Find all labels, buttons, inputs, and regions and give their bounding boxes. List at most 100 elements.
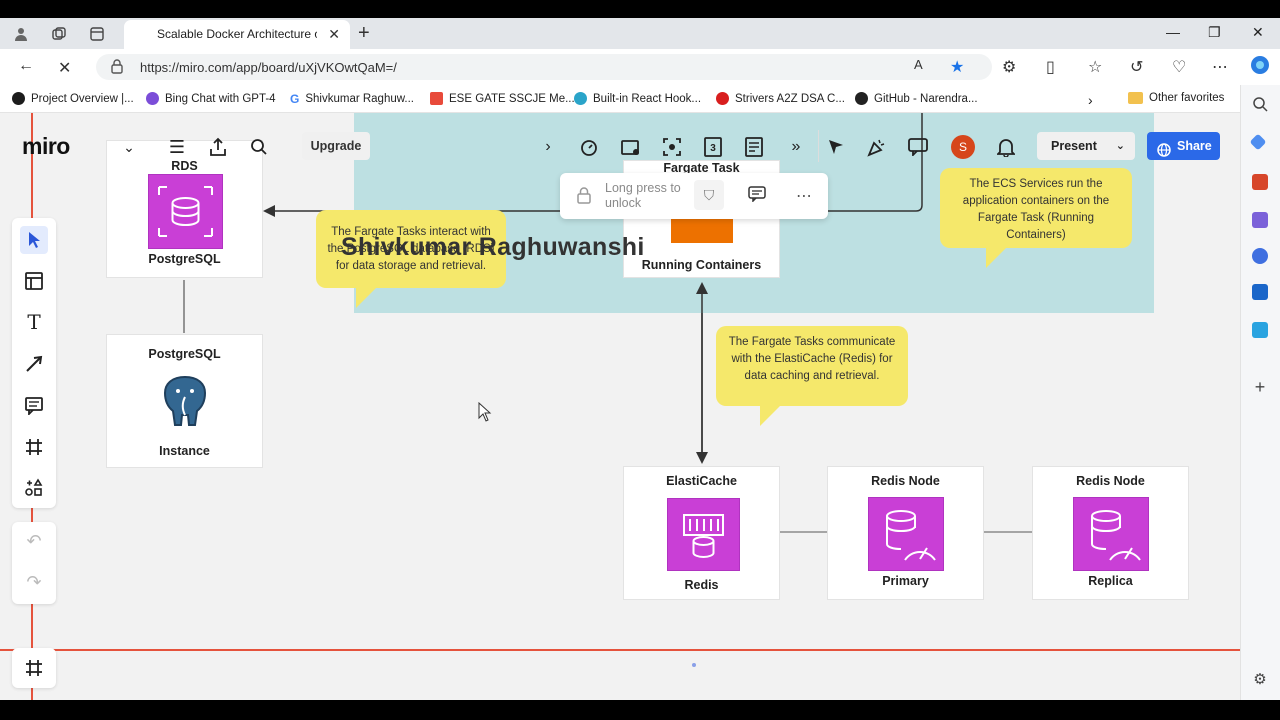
favorite-item[interactable]: G Shivkumar Raghuw... — [290, 92, 414, 106]
search-icon[interactable] — [1252, 96, 1268, 112]
close-window-icon[interactable]: ✕ — [1252, 24, 1264, 41]
github-icon — [855, 92, 868, 105]
favorite-item[interactable]: Bing Chat with GPT-4 — [146, 92, 276, 105]
letterbox-top — [0, 0, 1280, 18]
drop-icon[interactable] — [1252, 322, 1268, 338]
favorite-star-icon[interactable]: ★ — [950, 57, 964, 77]
other-favorites[interactable]: Other favorites — [1128, 92, 1224, 104]
favorite-item[interactable]: Built-in React Hook... — [574, 92, 701, 105]
screen: Scalable Docker Architecture on ✕ + — ❐ … — [0, 0, 1280, 720]
split-screen-icon[interactable]: ▯ — [1046, 57, 1055, 77]
present-button[interactable]: Present ⌄ — [1037, 132, 1135, 160]
double-chevron-down-icon[interactable]: » — [785, 137, 807, 157]
share-label: Share — [1177, 139, 1212, 153]
copilot-icon[interactable] — [1250, 55, 1270, 80]
present-label: Present — [1051, 139, 1097, 153]
favorites-icon[interactable]: ☆ — [1088, 57, 1102, 77]
author-name-text[interactable]: Shivkumar Raghuwanshi — [341, 233, 645, 262]
elasticache-icon — [667, 498, 740, 571]
main-menu-icon[interactable]: ☰ — [166, 137, 188, 157]
upgrade-button[interactable]: Upgrade — [302, 132, 370, 160]
redis-replica-card[interactable]: Redis Node Replica — [1032, 466, 1189, 600]
other-favorites-label: Other favorites — [1149, 92, 1225, 104]
connection-line-icon[interactable] — [20, 350, 48, 378]
tools-icon[interactable] — [1252, 174, 1268, 190]
sticky-note-ecs[interactable]: The ECS Services run the application con… — [940, 168, 1132, 248]
counter-icon[interactable]: 3 — [702, 137, 724, 157]
new-tab-icon[interactable]: + — [358, 22, 370, 45]
templates-icon[interactable] — [20, 267, 48, 295]
favorite-icon — [716, 92, 729, 105]
celebrate-icon[interactable] — [866, 137, 888, 157]
sticky-tail — [760, 404, 782, 426]
url-text[interactable]: https://miro.com/app/board/uXjVKOwtQaM=/ — [140, 60, 397, 75]
text-tool-icon[interactable]: T — [20, 308, 48, 336]
notes-icon[interactable] — [743, 137, 765, 157]
close-icon[interactable]: ✕ — [328, 26, 340, 43]
rds-card[interactable]: RDS PostgreSQL — [106, 140, 263, 278]
tab-active[interactable]: Scalable Docker Architecture on ✕ — [124, 20, 350, 49]
bell-icon[interactable] — [995, 137, 1017, 157]
chevron-down-icon: ⌄ — [1115, 140, 1125, 152]
back-icon[interactable]: ← — [18, 57, 34, 75]
comments-icon[interactable] — [907, 137, 929, 157]
favorite-icon — [430, 92, 443, 105]
extensions-icon[interactable]: ⚙ — [1002, 57, 1016, 77]
microsoft365-icon[interactable] — [1252, 248, 1268, 264]
avatar[interactable]: S — [951, 135, 975, 159]
favorite-item[interactable]: ESE GATE SSCJE Me... — [430, 92, 575, 105]
frames-icon[interactable] — [20, 654, 48, 682]
workspaces-icon[interactable] — [50, 25, 68, 43]
collapse-chevron-icon[interactable]: › — [537, 137, 559, 157]
focus-icon[interactable] — [661, 137, 683, 157]
elasticache-card[interactable]: ElastiCache Redis — [623, 466, 780, 600]
minimize-icon[interactable]: — — [1166, 24, 1180, 40]
search-icon[interactable] — [248, 137, 270, 157]
select-tool-icon[interactable] — [20, 226, 48, 254]
favorite-item[interactable]: GitHub - Narendra... — [855, 92, 978, 105]
react-icon — [574, 92, 587, 105]
miro-logo[interactable]: miro — [22, 133, 70, 160]
comment-icon[interactable] — [748, 186, 766, 207]
cursor-pointer-icon[interactable] — [825, 137, 847, 157]
games-icon[interactable] — [1252, 212, 1268, 228]
chevron-down-icon[interactable]: ⌄ — [118, 137, 140, 157]
more-options-icon[interactable]: ⋯ — [796, 186, 812, 206]
redis-primary-card[interactable]: Redis Node Primary — [827, 466, 984, 600]
lock-icon[interactable] — [110, 58, 124, 77]
tab-actions-icon[interactable] — [88, 25, 106, 43]
add-icon[interactable]: + — [1252, 378, 1268, 396]
outlook-icon[interactable] — [1252, 284, 1268, 300]
redis-node-icon — [1073, 497, 1149, 571]
settings-icon[interactable]: ⚙ — [1252, 672, 1268, 688]
postgres-card[interactable]: PostgreSQL Instance — [106, 334, 263, 468]
browser-essentials-icon[interactable]: ♡ — [1172, 57, 1186, 77]
sticky-tail — [986, 246, 1008, 268]
favorite-item[interactable]: Project Overview |... — [12, 92, 134, 105]
frame-tool-icon[interactable] — [20, 433, 48, 461]
favorite-icon — [12, 92, 25, 105]
stop-loading-icon[interactable]: ✕ — [58, 58, 71, 78]
favorite-label: Bing Chat with GPT-4 — [165, 92, 276, 105]
globe-icon — [1157, 139, 1171, 167]
favorite-item[interactable]: Strivers A2Z DSA C... — [716, 92, 845, 105]
timer-icon[interactable] — [578, 137, 600, 157]
chevron-right-icon[interactable]: › — [1088, 92, 1093, 108]
reactions-icon[interactable] — [620, 137, 642, 157]
undo-icon[interactable]: ↶ — [20, 527, 48, 555]
read-aloud-icon[interactable]: A — [914, 57, 923, 72]
card-caption: Primary — [882, 574, 929, 588]
restore-icon[interactable]: ❐ — [1208, 24, 1221, 41]
sticky-note-cache[interactable]: The Fargate Tasks communicate with the E… — [716, 326, 908, 406]
more-apps-icon[interactable] — [20, 474, 48, 502]
more-menu-icon[interactable]: ⋯ — [1212, 57, 1228, 77]
share-button[interactable]: Share — [1147, 132, 1220, 160]
export-icon[interactable] — [207, 137, 229, 157]
letterbox-bottom — [0, 700, 1280, 720]
history-icon[interactable]: ↺ — [1130, 57, 1143, 77]
profile-icon[interactable] — [12, 25, 30, 43]
unlock-shield-icon[interactable]: ⛉ — [694, 180, 724, 210]
toolbar-divider — [818, 130, 819, 162]
redo-icon[interactable]: ↷ — [20, 568, 48, 596]
comment-tool-icon[interactable] — [20, 392, 48, 420]
